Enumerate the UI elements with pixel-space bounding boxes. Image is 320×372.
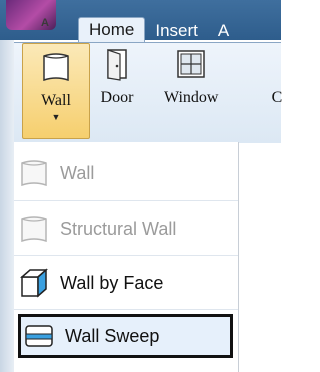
wall-button-label: Wall bbox=[41, 92, 71, 109]
structural-wall-icon bbox=[21, 216, 47, 243]
wall-by-face-icon bbox=[20, 268, 48, 298]
wall-dropdown-menu: Wall Structural Wall Wall by Face Wall S… bbox=[14, 142, 239, 372]
menu-item-wall-label: Wall bbox=[60, 162, 95, 183]
menu-divider bbox=[14, 309, 238, 310]
door-button[interactable]: Door bbox=[100, 47, 134, 107]
menu-divider bbox=[14, 255, 238, 256]
ribbon-panel: Wall ▼ Door Window C bbox=[14, 42, 282, 143]
menu-item-wall[interactable]: Wall bbox=[14, 150, 236, 196]
wall-icon bbox=[43, 53, 69, 82]
window-button-label: Window bbox=[164, 89, 219, 106]
dropdown-arrow-icon[interactable]: ▼ bbox=[52, 112, 61, 122]
window-left-edge bbox=[0, 40, 14, 372]
wall-icon bbox=[21, 160, 47, 187]
application-menu-button[interactable]: A bbox=[6, 0, 56, 30]
menu-item-wall-sweep[interactable]: Wall Sweep bbox=[18, 314, 233, 358]
menu-item-wall-by-face-label: Wall by Face bbox=[60, 272, 164, 293]
menu-item-structural-wall-label: Structural Wall bbox=[60, 218, 177, 239]
tab-home[interactable]: Home bbox=[78, 17, 146, 42]
tab-annotate-partial[interactable]: A bbox=[208, 20, 239, 42]
app-logo-letter: A bbox=[41, 17, 49, 29]
component-button-partial[interactable]: C bbox=[260, 47, 294, 107]
menu-item-structural-wall[interactable]: Structural Wall bbox=[14, 206, 236, 252]
window-button[interactable]: Window bbox=[164, 47, 218, 107]
wall-sweep-icon bbox=[25, 325, 53, 347]
menu-item-wall-sweep-label: Wall Sweep bbox=[65, 325, 160, 346]
tab-insert[interactable]: Insert bbox=[145, 20, 208, 42]
door-icon bbox=[107, 49, 127, 81]
window-icon bbox=[177, 50, 205, 78]
ribbon-tabs: Home Insert A bbox=[78, 17, 281, 42]
door-button-label: Door bbox=[100, 89, 134, 106]
menu-item-wall-by-face[interactable]: Wall by Face bbox=[14, 260, 236, 306]
component-button-label: C bbox=[271, 89, 283, 106]
menu-divider bbox=[14, 200, 238, 201]
wall-button[interactable]: Wall ▼ bbox=[22, 43, 90, 139]
